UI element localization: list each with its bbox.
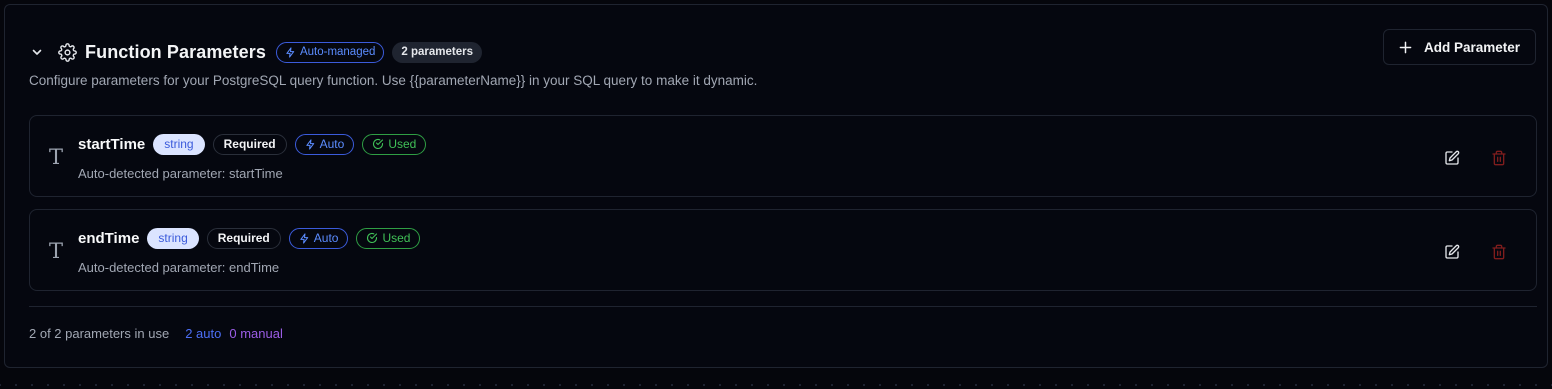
parameter-description: Auto-detected parameter: endTime — [78, 260, 280, 275]
auto-badge: Auto — [294, 133, 355, 155]
used-label: Used — [388, 137, 417, 151]
auto-managed-label: Auto-managed — [299, 46, 376, 58]
gear-icon — [57, 42, 77, 62]
parameter-header: startTime string Required Auto Used — [78, 133, 427, 155]
add-parameter-button[interactable]: Add Parameter — [1383, 29, 1536, 65]
lightning-icon — [300, 232, 308, 244]
panel-description: Configure parameters for your PostgreSQL… — [29, 73, 758, 88]
parameter-summary: 2 of 2 parameters in use 2 auto 0 manual — [29, 326, 283, 341]
edit-icon[interactable] — [1444, 244, 1460, 260]
add-parameter-label: Add Parameter — [1423, 39, 1521, 55]
lightning-icon — [305, 138, 314, 150]
edit-icon[interactable] — [1444, 150, 1460, 166]
check-circle-icon — [367, 232, 378, 244]
check-circle-icon — [373, 138, 384, 150]
trash-icon[interactable] — [1491, 150, 1507, 166]
parameters-in-use: 2 of 2 parameters in use — [29, 326, 170, 341]
used-label: Used — [382, 231, 411, 245]
parameter-card: T startTime string Required Auto Used Au… — [29, 115, 1537, 197]
function-parameters-panel: Function Parameters Auto-managed 2 param… — [4, 4, 1548, 368]
chevron-down-icon[interactable] — [29, 44, 45, 60]
parameter-description: Auto-detected parameter: startTime — [78, 166, 283, 181]
required-badge: Required — [212, 133, 287, 155]
parameter-type-badge: string — [147, 227, 199, 249]
lightning-icon — [286, 46, 295, 58]
auto-label: Auto — [319, 137, 345, 151]
auto-managed-badge: Auto-managed — [275, 41, 385, 63]
text-type-icon: T — [48, 239, 63, 263]
parameter-name: startTime — [78, 135, 146, 153]
panel-header: Function Parameters Auto-managed 2 param… — [29, 38, 483, 66]
trash-icon[interactable] — [1491, 244, 1507, 260]
parameter-header: endTime string Required Auto Used — [78, 227, 421, 249]
parameter-type-badge: string — [153, 133, 205, 155]
parameter-count-badge: 2 parameters — [392, 41, 483, 63]
plus-icon — [1399, 41, 1412, 53]
auto-label: Auto — [313, 231, 339, 245]
manual-count: 0 manual — [229, 326, 283, 341]
background-dot-grid — [0, 371, 1552, 389]
required-badge: Required — [206, 227, 281, 249]
panel-title: Function Parameters — [85, 41, 266, 62]
parameter-card: T endTime string Required Auto Used Auto… — [29, 209, 1537, 291]
text-type-icon: T — [48, 145, 63, 169]
auto-count: 2 auto — [185, 326, 222, 341]
parameter-name: endTime — [78, 229, 140, 247]
auto-badge: Auto — [288, 227, 349, 249]
used-badge: Used — [362, 133, 427, 155]
used-badge: Used — [356, 227, 421, 249]
divider — [29, 306, 1537, 307]
